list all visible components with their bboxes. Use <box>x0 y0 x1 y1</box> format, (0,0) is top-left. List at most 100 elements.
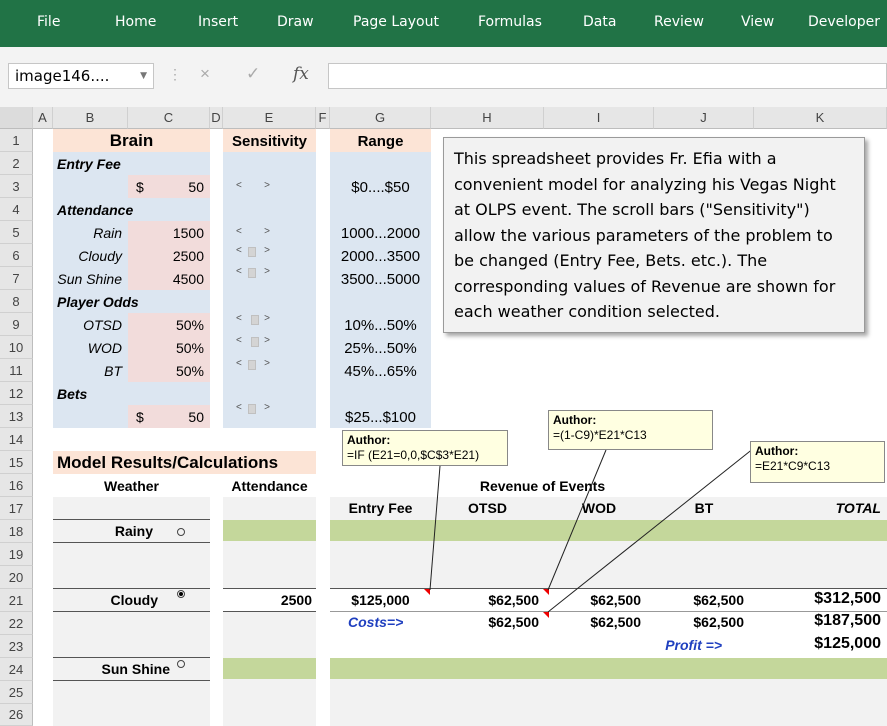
tab-draw[interactable]: Draw <box>277 14 314 30</box>
column-header-d[interactable]: D <box>210 107 223 129</box>
name-box[interactable]: image146.... ▼ <box>8 63 154 89</box>
wod-scrollbar[interactable]: < > <box>234 335 272 349</box>
column-header-i[interactable]: I <box>544 107 654 129</box>
row-header-26[interactable]: 26 <box>0 704 33 726</box>
scroll-right-icon[interactable]: > <box>264 358 270 369</box>
row-header-9[interactable]: 9 <box>0 313 33 336</box>
row-header-17[interactable]: 17 <box>0 497 33 520</box>
scroll-left-icon[interactable]: < <box>236 180 242 191</box>
row-header-6[interactable]: 6 <box>0 244 33 267</box>
row-header-19[interactable]: 19 <box>0 543 33 566</box>
scroll-right-icon[interactable]: > <box>264 226 270 237</box>
scroll-thumb[interactable] <box>248 268 256 278</box>
bt-value[interactable]: 50% <box>128 363 204 379</box>
scroll-right-icon[interactable]: > <box>264 266 270 277</box>
scroll-left-icon[interactable]: < <box>236 335 242 346</box>
scroll-thumb[interactable] <box>248 360 256 370</box>
scroll-right-icon[interactable]: > <box>264 245 270 256</box>
column-header-b[interactable]: B <box>53 107 128 129</box>
bt-scrollbar[interactable]: < > <box>234 358 272 372</box>
row-header-4[interactable]: 4 <box>0 198 33 221</box>
otsd-value[interactable]: 50% <box>128 317 204 333</box>
row-header-5[interactable]: 5 <box>0 221 33 244</box>
scroll-right-icon[interactable]: > <box>264 180 270 191</box>
tab-developer[interactable]: Developer <box>808 14 880 30</box>
scroll-right-icon[interactable]: > <box>264 313 270 324</box>
scroll-right-icon[interactable]: > <box>264 335 270 346</box>
scroll-thumb[interactable] <box>248 247 256 257</box>
cloudy-value[interactable]: 2500 <box>128 248 204 264</box>
sunshine-radio[interactable] <box>177 660 185 668</box>
tab-formulas[interactable]: Formulas <box>478 14 542 30</box>
comment-costs[interactable]: Author: =E21*C9*C13 <box>750 441 885 483</box>
column-header-a[interactable]: A <box>33 107 53 129</box>
row-header-16[interactable]: 16 <box>0 474 33 497</box>
row-header-2[interactable]: 2 <box>0 152 33 175</box>
column-header-k[interactable]: K <box>754 107 887 129</box>
entry-fee-scrollbar[interactable]: < > <box>234 180 272 194</box>
row-header-13[interactable]: 13 <box>0 405 33 428</box>
insert-function-icon[interactable]: fx <box>293 64 309 84</box>
scroll-thumb[interactable] <box>248 404 256 414</box>
row-header-20[interactable]: 20 <box>0 566 33 589</box>
row-header-18[interactable]: 18 <box>0 520 33 543</box>
tab-insert[interactable]: Insert <box>198 14 238 30</box>
row-header-15[interactable]: 15 <box>0 451 33 474</box>
tab-file[interactable]: File <box>37 14 60 30</box>
scroll-thumb[interactable] <box>251 315 259 325</box>
wod-value[interactable]: 50% <box>128 340 204 356</box>
comment-indicator[interactable] <box>543 612 549 618</box>
tab-home[interactable]: Home <box>115 14 156 30</box>
row-header-23[interactable]: 23 <box>0 635 33 658</box>
chevron-down-icon[interactable]: ▼ <box>140 64 147 88</box>
select-all-corner[interactable] <box>0 107 33 129</box>
cloudy-radio[interactable] <box>177 590 185 598</box>
tab-page-layout[interactable]: Page Layout <box>353 14 439 30</box>
row-header-24[interactable]: 24 <box>0 658 33 681</box>
row-header-11[interactable]: 11 <box>0 359 33 382</box>
scroll-left-icon[interactable]: < <box>236 245 242 256</box>
cancel-icon[interactable]: × <box>200 64 210 84</box>
column-header-h[interactable]: H <box>431 107 544 129</box>
sunshine-scrollbar[interactable]: < > <box>234 266 272 280</box>
row-header-22[interactable]: 22 <box>0 612 33 635</box>
comment-indicator[interactable] <box>424 589 430 595</box>
tab-data[interactable]: Data <box>583 14 616 30</box>
row-header-3[interactable]: 3 <box>0 175 33 198</box>
scroll-thumb[interactable] <box>251 337 259 347</box>
rainy-radio[interactable] <box>177 528 185 536</box>
scroll-left-icon[interactable]: < <box>236 266 242 277</box>
row-header-21[interactable]: 21 <box>0 589 33 612</box>
row-header-8[interactable]: 8 <box>0 290 33 313</box>
comment-indicator[interactable] <box>543 589 549 595</box>
otsd-scrollbar[interactable]: < > <box>234 313 272 327</box>
row-header-1[interactable]: 1 <box>0 129 33 152</box>
description-textbox[interactable]: This spreadsheet provides Fr. Efia with … <box>443 137 865 333</box>
column-header-e[interactable]: E <box>223 107 316 129</box>
column-header-c[interactable]: C <box>128 107 210 129</box>
row-header-14[interactable]: 14 <box>0 428 33 451</box>
column-header-g[interactable]: G <box>330 107 431 129</box>
bets-scrollbar[interactable]: < > <box>234 402 272 416</box>
tab-view[interactable]: View <box>741 14 774 30</box>
cloudy-scrollbar[interactable]: < > <box>234 245 272 259</box>
column-header-f[interactable]: F <box>316 107 330 129</box>
entry-fee-value[interactable]: 50 <box>128 179 204 195</box>
rain-value[interactable]: 1500 <box>128 225 204 241</box>
bets-value[interactable]: 50 <box>128 409 204 425</box>
comment-otsd[interactable]: Author: =(1-C9)*E21*C13 <box>548 410 713 450</box>
scroll-left-icon[interactable]: < <box>236 313 242 324</box>
row-header-12[interactable]: 12 <box>0 382 33 405</box>
tab-review[interactable]: Review <box>654 14 704 30</box>
row-header-25[interactable]: 25 <box>0 681 33 704</box>
scroll-left-icon[interactable]: < <box>236 226 242 237</box>
rain-scrollbar[interactable]: < > <box>234 226 272 240</box>
scroll-right-icon[interactable]: > <box>264 402 270 413</box>
row-header-7[interactable]: 7 <box>0 267 33 290</box>
scroll-left-icon[interactable]: < <box>236 402 242 413</box>
sunshine-value[interactable]: 4500 <box>128 271 204 287</box>
comment-entry-fee[interactable]: Author: =IF (E21=0,0,$C$3*E21) <box>342 430 508 466</box>
formula-input[interactable] <box>328 63 887 89</box>
row-header-10[interactable]: 10 <box>0 336 33 359</box>
enter-icon[interactable]: ✓ <box>246 64 260 84</box>
